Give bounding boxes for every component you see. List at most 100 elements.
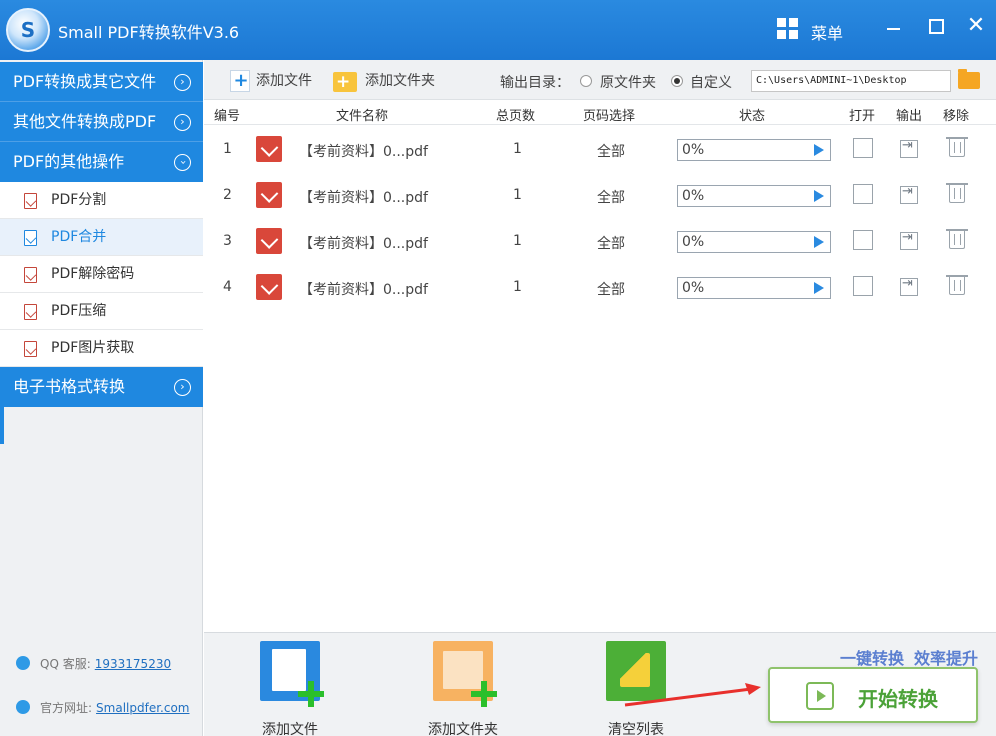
- open-icon[interactable]: [853, 184, 873, 204]
- header-status: 状态: [739, 109, 766, 124]
- menu-grid-icon[interactable]: [777, 18, 799, 40]
- plus-icon: [298, 681, 324, 707]
- maximize-button[interactable]: [924, 14, 948, 38]
- chevron-right-icon: ›: [174, 74, 191, 91]
- sidebar-category-pdf-to-other[interactable]: PDF转换成其它文件 ›: [0, 62, 203, 102]
- progress-text: 0%: [682, 234, 705, 250]
- qq-icon: [16, 656, 30, 670]
- row-index: 1: [223, 141, 232, 157]
- sidebar-item-pdf-split[interactable]: PDF分割: [0, 182, 203, 219]
- header-remove: 移除: [943, 109, 970, 124]
- trash-icon[interactable]: [946, 275, 968, 295]
- row-filename: 【考前资料】0...pdf: [299, 282, 428, 298]
- add-file-button[interactable]: 添加文件: [230, 70, 312, 92]
- play-icon[interactable]: [814, 236, 824, 248]
- sidebar-item-label: PDF压缩: [51, 303, 107, 319]
- sidebar-item-label: PDF分割: [51, 192, 107, 208]
- sidebar-category-pdf-other-ops[interactable]: PDF的其他操作 ›: [0, 142, 203, 182]
- clear-list-label: 清空列表: [608, 722, 664, 736]
- row-progress-bar: 0%: [677, 139, 831, 161]
- open-icon[interactable]: [853, 230, 873, 250]
- open-icon[interactable]: [853, 276, 873, 296]
- add-folder-label: 添加文件夹: [365, 73, 435, 89]
- header-output: 输出: [896, 109, 923, 124]
- add-folder-icon: [333, 71, 357, 93]
- row-pages: 1: [513, 187, 522, 203]
- toolbar: 添加文件 添加文件夹 输出目录： 原文件夹 自定义 C:\Users\ADMIN…: [204, 60, 996, 100]
- table-row: 2 【考前资料】0...pdf 1 全部 0%: [204, 172, 996, 218]
- pdf-file-icon: [256, 228, 282, 254]
- header-pages: 总页数: [496, 109, 536, 124]
- chevron-right-icon: ›: [174, 114, 191, 131]
- pdf-file-icon: [24, 341, 37, 357]
- progress-text: 0%: [682, 280, 705, 296]
- trash-icon[interactable]: [946, 229, 968, 249]
- sidebar-item-pdf-compress[interactable]: PDF压缩: [0, 293, 203, 330]
- add-file-icon: [260, 641, 324, 707]
- output-path-input[interactable]: C:\Users\ADMINI~1\Desktop: [751, 70, 951, 92]
- sidebar-item-label: PDF图片获取: [51, 340, 135, 356]
- output-icon[interactable]: [900, 276, 918, 296]
- row-page-range[interactable]: 全部: [597, 187, 625, 207]
- sidebar-item-label: PDF合并: [51, 229, 107, 245]
- big-add-folder-button[interactable]: 添加文件夹: [428, 641, 498, 736]
- official-site: 官方网址: Smallpdfer.com: [16, 699, 190, 716]
- row-progress-bar: 0%: [677, 277, 831, 299]
- add-folder-button[interactable]: 添加文件夹: [333, 70, 435, 93]
- category-label: 其他文件转换成PDF: [13, 112, 157, 131]
- category-label: PDF转换成其它文件: [13, 72, 157, 91]
- start-convert-button[interactable]: 开始转换: [768, 667, 978, 723]
- table-row: 3 【考前资料】0...pdf 1 全部 0%: [204, 218, 996, 264]
- pdf-file-icon: [24, 230, 37, 246]
- output-icon[interactable]: [900, 138, 918, 158]
- add-file-icon: [230, 70, 250, 92]
- qq-support: QQ 客服: 1933175230: [16, 655, 171, 672]
- sidebar-item-pdf-image-extract[interactable]: PDF图片获取: [0, 330, 203, 367]
- row-pages: 1: [513, 279, 522, 295]
- trash-icon[interactable]: [946, 137, 968, 157]
- open-icon[interactable]: [853, 138, 873, 158]
- output-icon[interactable]: [900, 184, 918, 204]
- slogan-part-1: 一键转换: [840, 649, 905, 668]
- radio-custom[interactable]: [671, 75, 683, 87]
- row-page-range[interactable]: 全部: [597, 233, 625, 253]
- sidebar-item-pdf-decrypt[interactable]: PDF解除密码: [0, 256, 203, 293]
- qq-number-link[interactable]: 1933175230: [95, 657, 171, 671]
- radio-custom-label: 自定义: [690, 75, 732, 91]
- sidebar-category-ebook[interactable]: 电子书格式转换 ›: [0, 367, 203, 407]
- header-range: 页码选择: [583, 109, 636, 124]
- radio-source-label: 原文件夹: [600, 75, 656, 91]
- play-icon[interactable]: [814, 144, 824, 156]
- play-icon[interactable]: [814, 190, 824, 202]
- header-index: 编号: [214, 109, 241, 124]
- browse-folder-icon[interactable]: [958, 69, 980, 89]
- pdf-file-icon: [256, 274, 282, 300]
- menu-button[interactable]: 菜单: [811, 20, 843, 44]
- row-progress-bar: 0%: [677, 185, 831, 207]
- slogan-part-2: 效率提升: [914, 649, 979, 668]
- big-add-file-button[interactable]: 添加文件: [260, 641, 324, 736]
- output-icon[interactable]: [900, 230, 918, 250]
- radio-source-folder[interactable]: [580, 75, 592, 87]
- category-label: PDF的其他操作: [13, 152, 125, 171]
- chevron-down-icon: ›: [174, 154, 191, 171]
- row-page-range[interactable]: 全部: [597, 279, 625, 299]
- sidebar-item-pdf-merge[interactable]: PDF合并: [0, 219, 203, 256]
- red-arrow-annotation: [624, 683, 761, 707]
- table-header: 编号 文件名称 总页数 页码选择 状态 打开 输出 移除: [204, 101, 996, 125]
- header-open: 打开: [849, 109, 876, 124]
- output-dir-label: 输出目录：: [500, 75, 570, 91]
- sidebar-category-other-to-pdf[interactable]: 其他文件转换成PDF ›: [0, 102, 203, 142]
- site-link[interactable]: Smallpdfer.com: [96, 701, 189, 715]
- row-page-range[interactable]: 全部: [597, 141, 625, 161]
- pdf-file-icon: [24, 267, 37, 283]
- add-file-label: 添加文件: [256, 73, 312, 89]
- header-filename: 文件名称: [336, 109, 389, 124]
- close-button[interactable]: ✕: [964, 14, 988, 38]
- trash-icon[interactable]: [946, 183, 968, 203]
- minimize-button[interactable]: [882, 14, 906, 38]
- play-icon[interactable]: [814, 282, 824, 294]
- app-title: Small PDF转换软件V3.6: [58, 23, 240, 42]
- slogan: 一键转换 效率提升: [840, 645, 988, 669]
- pdf-file-icon: [256, 136, 282, 162]
